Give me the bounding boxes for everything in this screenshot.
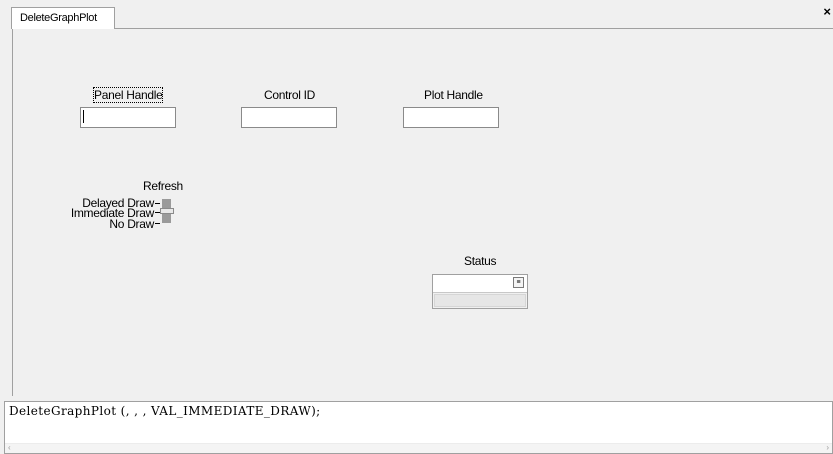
tick-mark: [155, 223, 160, 224]
status-menu-icon[interactable]: ≡: [513, 277, 524, 288]
control-id-input[interactable]: [241, 107, 337, 128]
code-preview[interactable]: DeleteGraphPlot (, , , VAL_IMMEDIATE_DRA…: [4, 401, 833, 454]
status-control: ≡: [432, 274, 528, 309]
refresh-label: Refresh: [143, 179, 183, 193]
plot-handle-label: Plot Handle: [424, 88, 483, 102]
scroll-right-icon[interactable]: ›: [826, 444, 829, 452]
plot-handle-input[interactable]: [403, 107, 499, 128]
panel-handle-label: Panel Handle: [92, 87, 164, 103]
text-caret: [83, 110, 84, 123]
panel-handle-control: [80, 107, 176, 128]
refresh-slider-thumb[interactable]: [160, 208, 174, 214]
tab-strip: DeleteGraphPlot ×: [0, 0, 833, 29]
code-text: DeleteGraphPlot (, , , VAL_IMMEDIATE_DRA…: [9, 404, 321, 418]
tab-deletegraphplot[interactable]: DeleteGraphPlot: [11, 7, 115, 29]
panel-handle-input[interactable]: [80, 107, 176, 128]
function-panel-window: DeleteGraphPlot × Panel Handle Control I…: [0, 0, 833, 454]
refresh-option-no-draw[interactable]: No Draw: [109, 217, 154, 231]
close-icon[interactable]: ×: [823, 5, 831, 18]
tick-mark: [155, 203, 160, 204]
control-id-label: Control ID: [264, 88, 316, 102]
status-description: [434, 294, 526, 307]
horizontal-scrollbar[interactable]: ‹ ›: [5, 443, 832, 453]
scroll-left-icon[interactable]: ‹: [8, 444, 11, 452]
status-label: Status: [464, 254, 497, 268]
